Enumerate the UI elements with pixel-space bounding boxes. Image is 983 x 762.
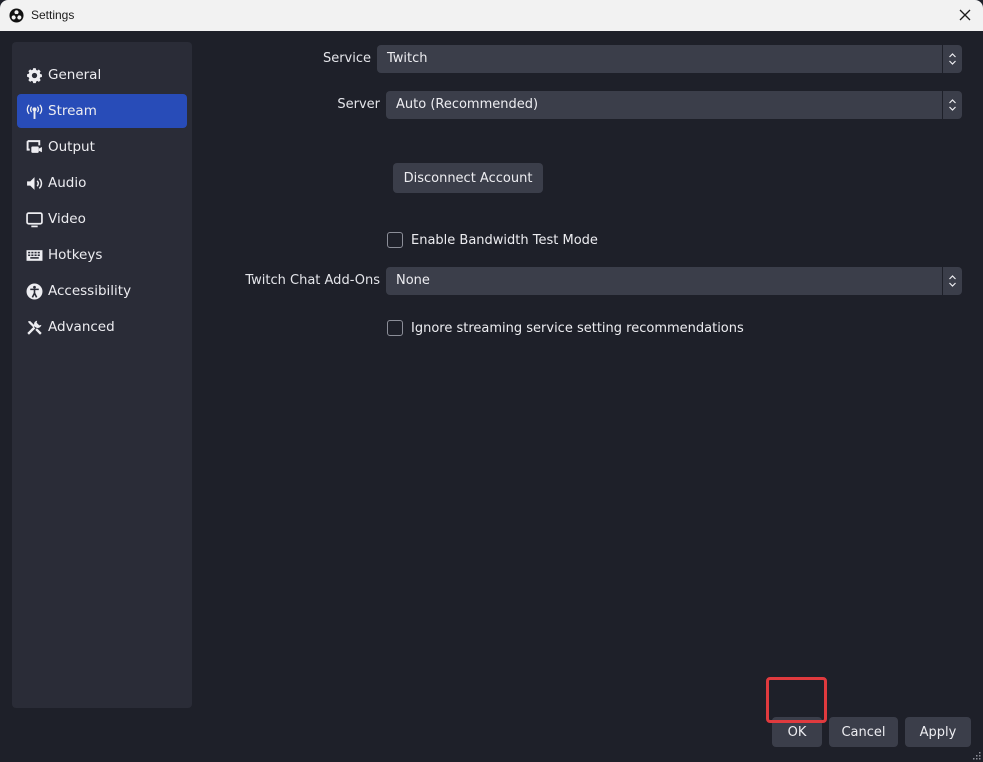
ignore-recommendations-checkbox-row[interactable]: Ignore streaming service setting recomme… [387, 320, 744, 336]
sidebar-item-label: Hotkeys [48, 247, 103, 263]
window-title: Settings [31, 8, 75, 22]
server-select[interactable]: Auto (Recommended) [386, 91, 962, 119]
sidebar-item-output[interactable]: Output [17, 130, 187, 164]
sidebar-item-label: Accessibility [48, 283, 132, 299]
gear-icon [25, 66, 43, 84]
antenna-icon [25, 102, 43, 120]
accessibility-icon [25, 282, 43, 300]
bandwidth-test-checkbox[interactable] [387, 232, 403, 248]
chat-addons-select[interactable]: None [386, 267, 962, 295]
tools-icon [25, 318, 43, 336]
disconnect-account-button[interactable]: Disconnect Account [393, 163, 543, 193]
server-value: Auto (Recommended) [396, 97, 539, 112]
sidebar-item-stream[interactable]: Stream [17, 94, 187, 128]
bandwidth-test-checkbox-row[interactable]: Enable Bandwidth Test Mode [387, 232, 598, 248]
obs-logo-icon [9, 8, 24, 23]
sidebar-item-advanced[interactable]: Advanced [17, 310, 187, 344]
close-icon[interactable] [957, 7, 973, 23]
settings-sidebar: General Stream Output Audio Video Hotkey… [12, 42, 192, 708]
ignore-recommendations-checkbox[interactable] [387, 320, 403, 336]
chat-addons-label: Twitch Chat Add-Ons [245, 273, 380, 288]
service-label: Service [322, 51, 371, 66]
sidebar-item-audio[interactable]: Audio [17, 166, 187, 200]
monitor-icon [25, 210, 43, 228]
sidebar-item-label: Advanced [48, 319, 115, 335]
sidebar-item-label: Output [48, 139, 95, 155]
output-icon [25, 138, 43, 156]
chevron-updown-icon [942, 45, 962, 73]
chevron-updown-icon [942, 91, 962, 119]
sidebar-item-general[interactable]: General [17, 58, 187, 92]
sidebar-item-accessibility[interactable]: Accessibility [17, 274, 187, 308]
chat-addons-value: None [396, 273, 430, 288]
service-select[interactable]: Twitch [377, 45, 962, 73]
bandwidth-test-label: Enable Bandwidth Test Mode [411, 232, 598, 248]
settings-window: General Stream Output Audio Video Hotkey… [0, 31, 983, 762]
cancel-button[interactable]: Cancel [829, 717, 898, 747]
sidebar-item-label: Stream [48, 103, 97, 119]
chevron-updown-icon [942, 267, 962, 295]
service-value: Twitch [387, 51, 428, 66]
sidebar-item-label: Audio [48, 175, 87, 191]
sidebar-item-video[interactable]: Video [17, 202, 187, 236]
ignore-recommendations-label: Ignore streaming service setting recomme… [411, 320, 744, 336]
sidebar-item-hotkeys[interactable]: Hotkeys [17, 238, 187, 272]
speaker-icon [25, 174, 43, 192]
resize-grip-icon[interactable] [973, 752, 981, 760]
sidebar-item-label: General [48, 67, 102, 83]
keyboard-icon [25, 246, 43, 264]
apply-button[interactable]: Apply [905, 717, 971, 747]
ok-button[interactable]: OK [772, 717, 822, 747]
server-label: Server [337, 97, 380, 112]
title-bar: Settings [0, 0, 983, 31]
sidebar-item-label: Video [48, 211, 86, 227]
